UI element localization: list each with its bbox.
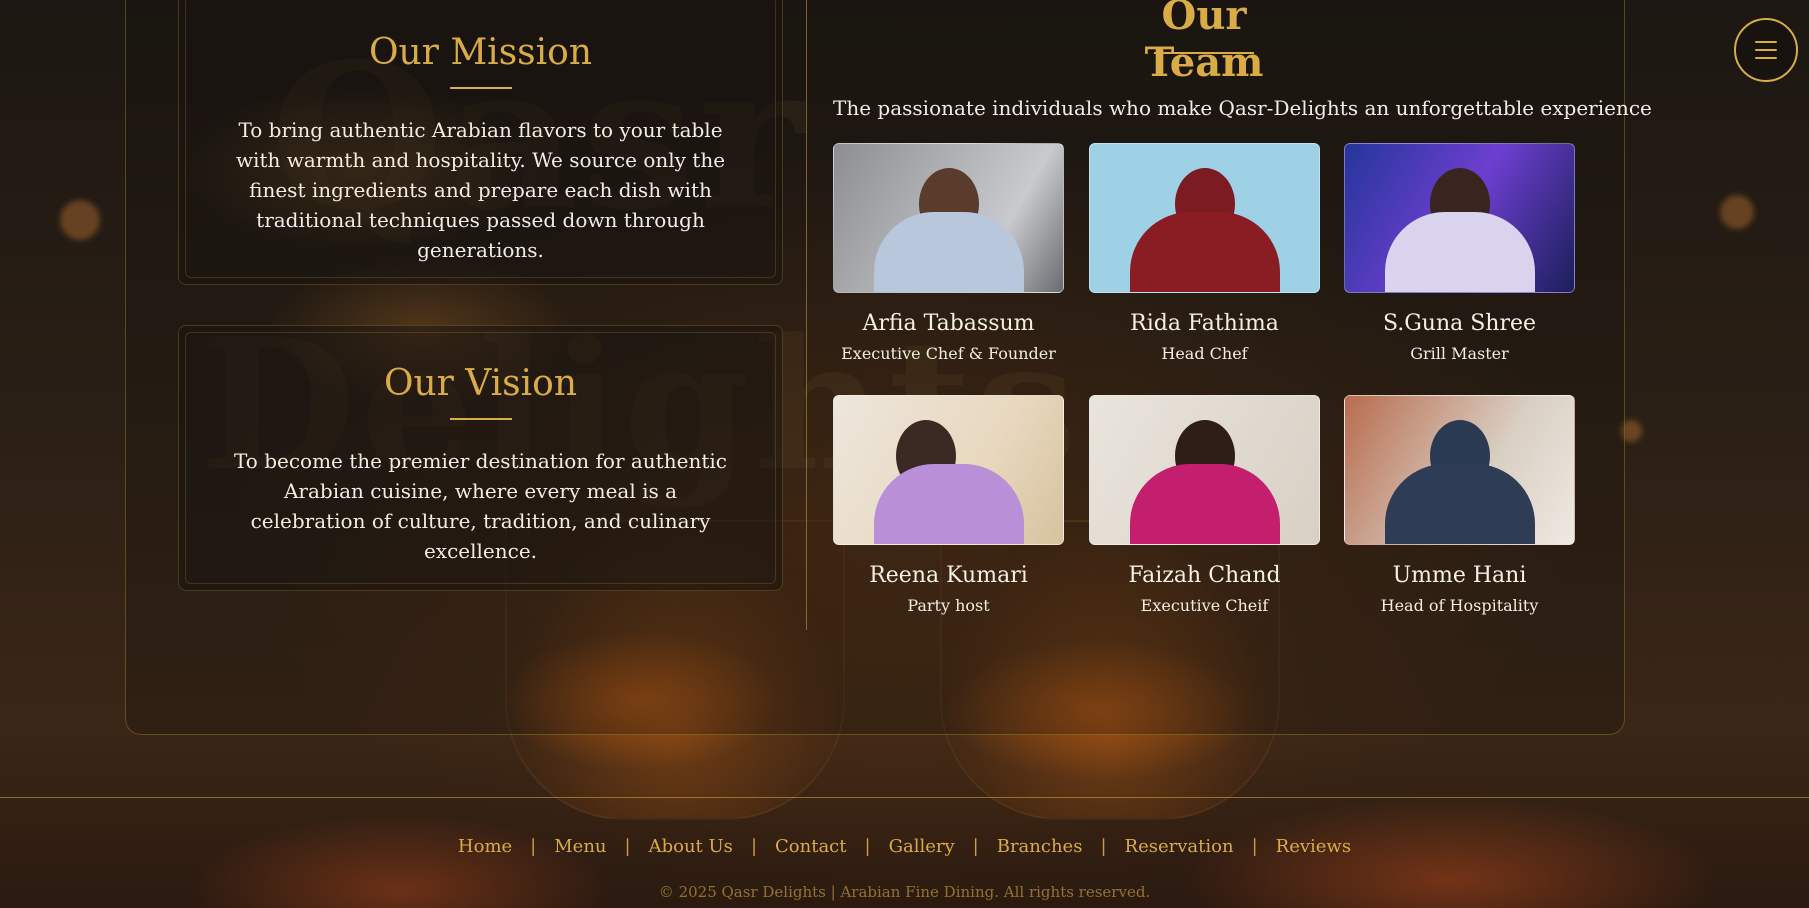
team-member-role: Party host	[907, 596, 990, 615]
team-member-role: Head Chef	[1161, 344, 1248, 363]
team-member-card: Arfia Tabassum Executive Chef & Founder	[833, 143, 1064, 363]
team-member-card: Faizah Chand Executive Cheif	[1089, 395, 1320, 615]
footer-separator: |	[624, 836, 631, 857]
footer-link-about-us[interactable]: About Us	[631, 836, 751, 857]
team-member-name: Arfia Tabassum	[862, 311, 1035, 336]
team-subtitle: The passionate individuals who make Qasr…	[833, 96, 1652, 120]
footer-separator: |	[1251, 836, 1258, 857]
footer-link-gallery[interactable]: Gallery	[871, 836, 973, 857]
mission-text: To bring authentic Arabian flavors to yo…	[235, 118, 726, 262]
vision-title-underline	[449, 418, 512, 420]
column-divider	[806, 0, 807, 630]
team-member-role: Head of Hospitality	[1380, 596, 1539, 615]
mission-title-underline	[449, 87, 512, 89]
footer-nav: Home | Menu | About Us | Contact | Galle…	[0, 836, 1809, 857]
footer-link-branches[interactable]: Branches	[979, 836, 1101, 857]
team-member-photo	[833, 143, 1064, 293]
team-member-photo	[833, 395, 1064, 545]
bokeh-light	[1720, 195, 1754, 229]
team-member-name: Rida Fathima	[1130, 311, 1279, 336]
footer-divider	[0, 797, 1809, 798]
team-member-name: Faizah Chand	[1128, 563, 1281, 588]
team-member-card: Umme Hani Head of Hospitality	[1344, 395, 1575, 615]
team-member-name: S.Guna Shree	[1382, 311, 1537, 336]
footer-separator: |	[1100, 836, 1107, 857]
team-title: Our Team	[1144, 0, 1264, 86]
team-member-card: Reena Kumari Party host	[833, 395, 1064, 615]
team-member-card: Rida Fathima Head Chef	[1089, 143, 1320, 363]
team-member-name: Umme Hani	[1392, 563, 1527, 588]
team-member-photo	[1344, 143, 1575, 293]
copyright-text: © 2025 Qasr Delights | Arabian Fine Dini…	[658, 883, 1151, 901]
vision-text: To become the premier destination for au…	[234, 449, 727, 563]
hamburger-menu-icon	[1755, 41, 1777, 59]
footer-link-contact[interactable]: Contact	[757, 836, 864, 857]
team-member-role: Grill Master	[1410, 344, 1509, 363]
team-member-card: S.Guna Shree Grill Master	[1344, 143, 1575, 363]
footer-link-reservation[interactable]: Reservation	[1107, 836, 1252, 857]
vision-card: Our Vision To become the premier destina…	[178, 325, 783, 591]
footer-separator: |	[864, 836, 871, 857]
team-member-role: Executive Cheif	[1140, 596, 1269, 615]
footer-link-menu[interactable]: Menu	[536, 836, 624, 857]
mission-title: Our Mission	[368, 32, 593, 73]
menu-toggle-button[interactable]	[1734, 18, 1798, 82]
mission-card: Our Mission To bring authentic Arabian f…	[178, 0, 783, 285]
footer-separator: |	[750, 836, 758, 857]
team-member-name: Reena Kumari	[869, 563, 1028, 588]
team-member-photo	[1089, 143, 1320, 293]
footer-separator: |	[972, 836, 979, 857]
team-title-underline	[1154, 52, 1254, 54]
team-member-photo	[1089, 395, 1320, 545]
team-member-photo	[1344, 395, 1575, 545]
footer-link-home[interactable]: Home	[440, 836, 530, 857]
team-member-role: Executive Chef & Founder	[841, 344, 1056, 363]
vision-title: Our Vision	[383, 363, 578, 404]
bokeh-light	[60, 200, 100, 240]
footer-separator: |	[530, 836, 537, 857]
footer-link-reviews[interactable]: Reviews	[1258, 836, 1369, 857]
